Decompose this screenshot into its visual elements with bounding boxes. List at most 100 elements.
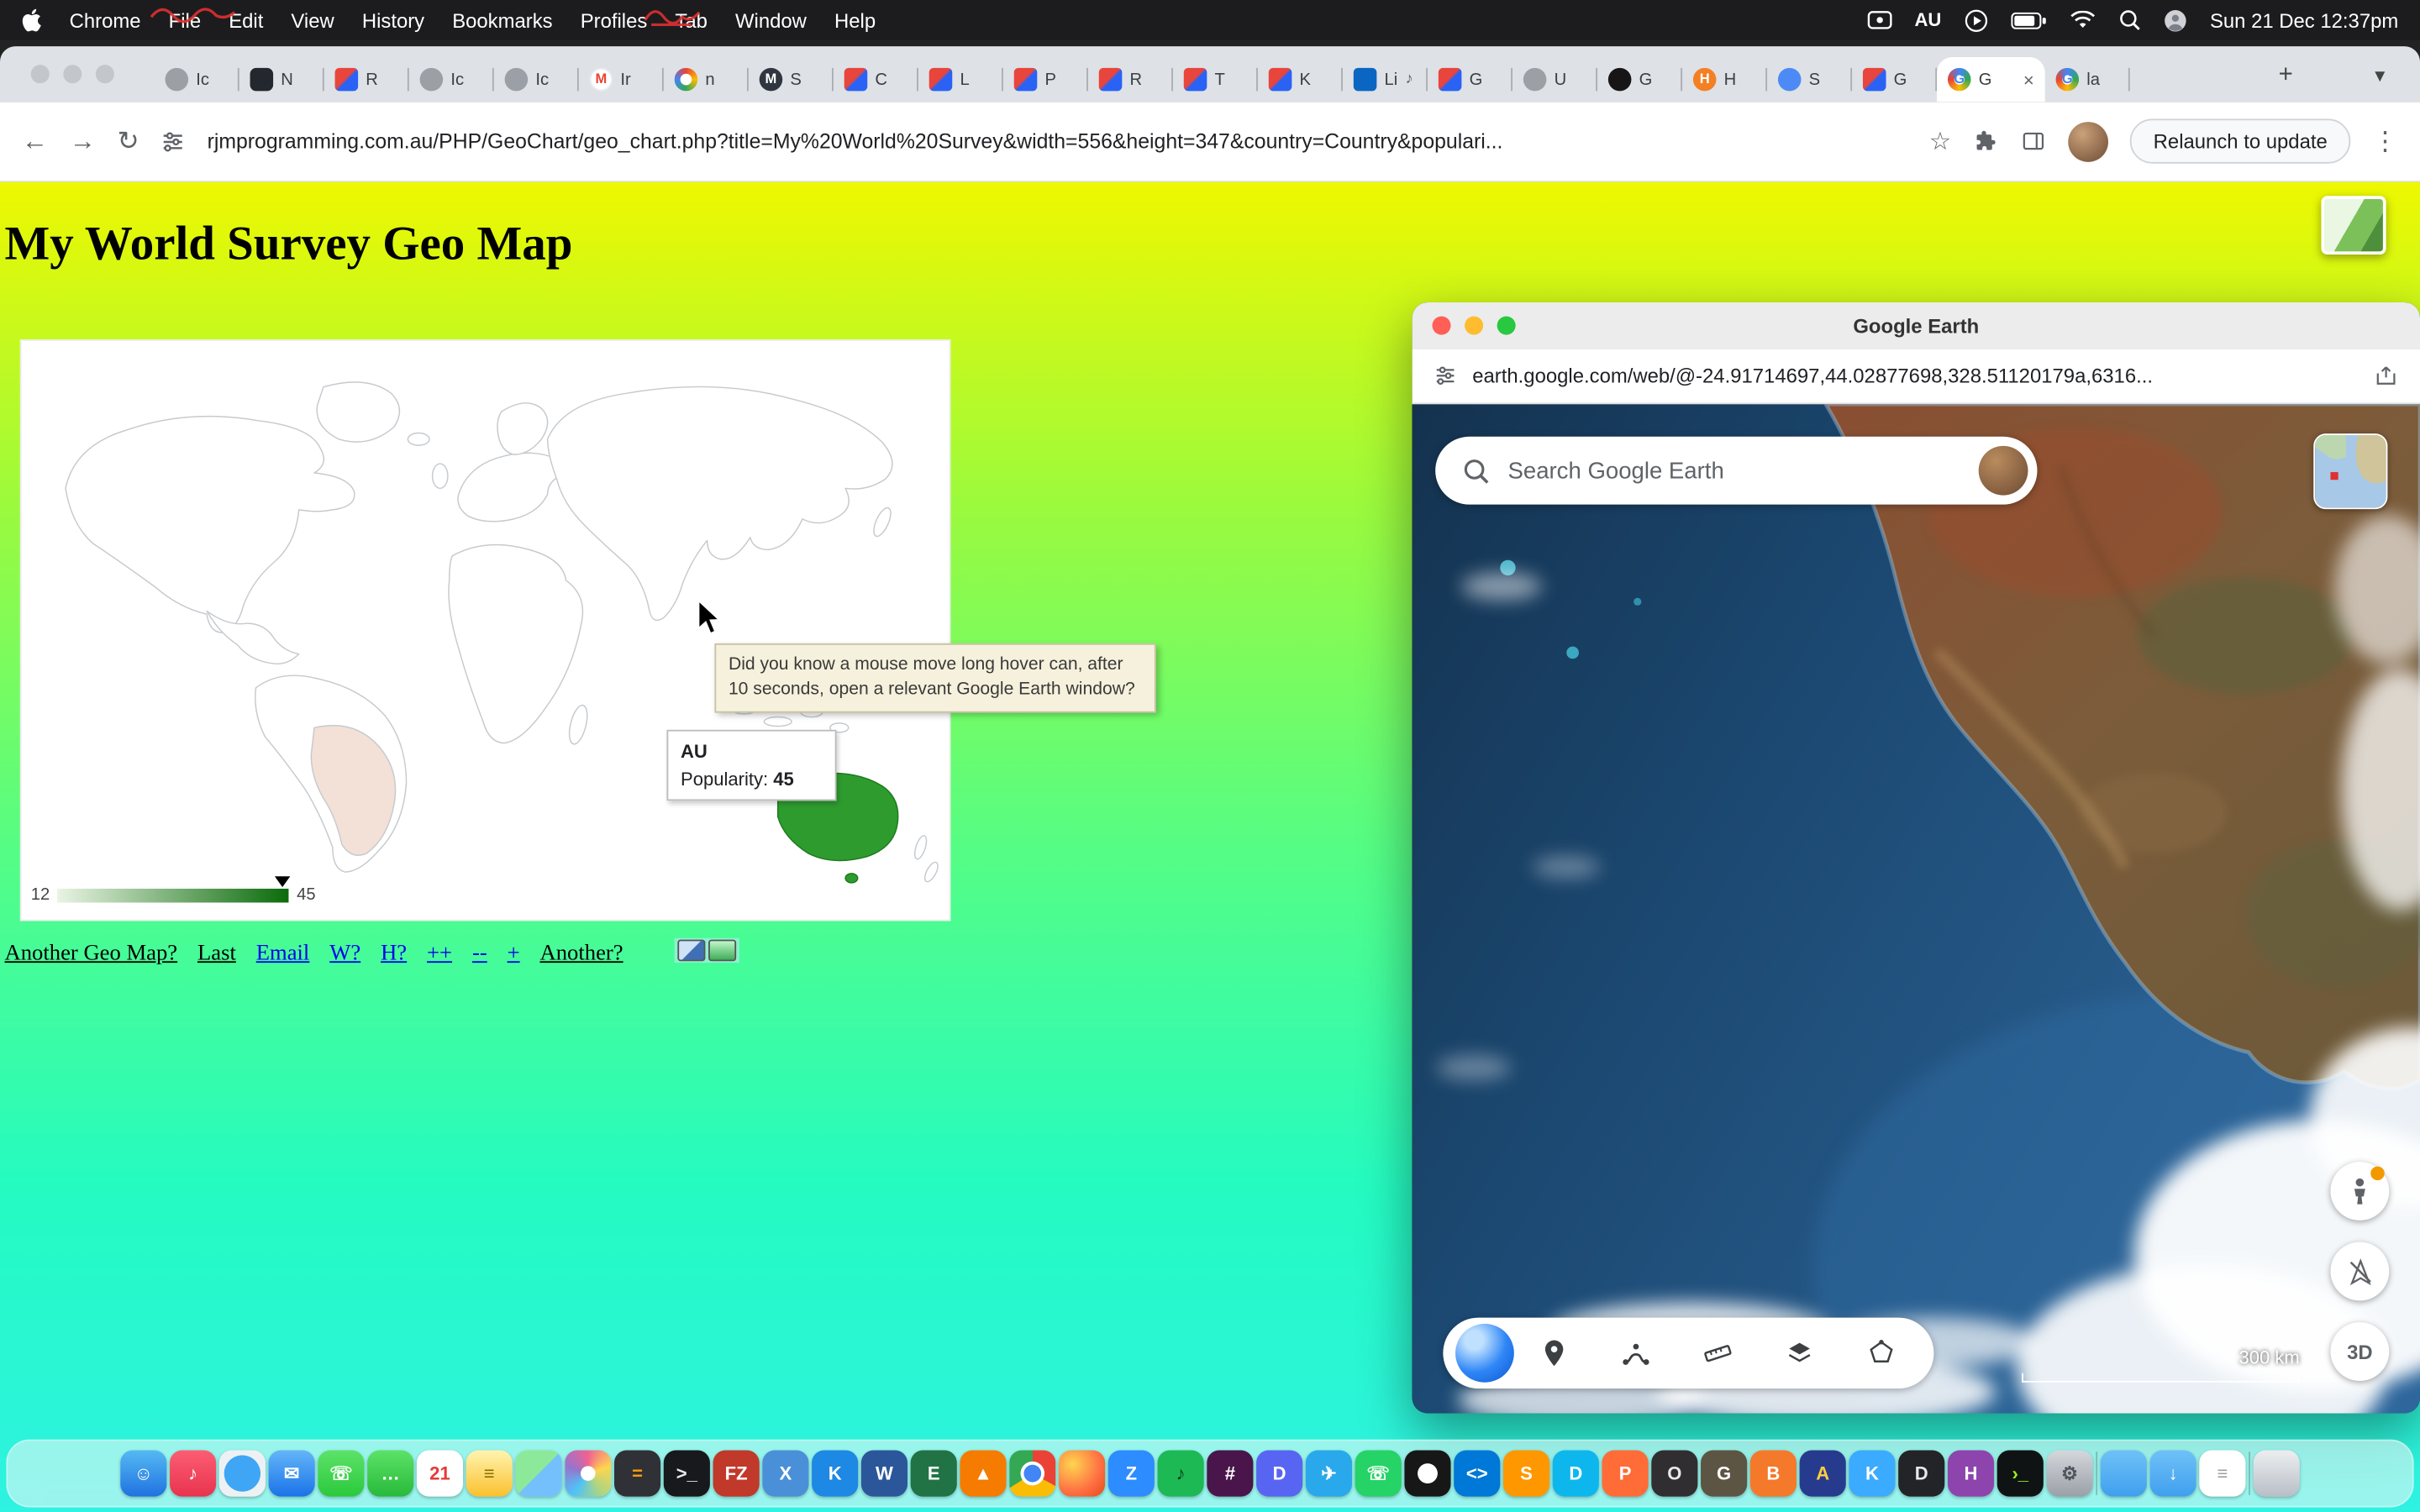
page-link[interactable]: H?	[381, 941, 407, 967]
browser-tab[interactable]: G la ×	[2045, 57, 2130, 102]
dock-app[interactable]: ≡	[2199, 1451, 2245, 1497]
page-link[interactable]: --	[472, 941, 487, 967]
spotlight-search-icon[interactable]	[2119, 9, 2141, 31]
earth-titlebar[interactable]: Google Earth	[1413, 302, 2420, 349]
zoom-button[interactable]	[96, 65, 114, 83]
menu-item[interactable]: History	[362, 8, 424, 32]
dock-app[interactable]: D	[1553, 1451, 1599, 1497]
dock-app[interactable]: K	[812, 1451, 858, 1497]
dock-app[interactable]: G	[1701, 1451, 1747, 1497]
dock-app[interactable]: A	[1800, 1451, 1846, 1497]
page-link[interactable]: W?	[329, 941, 360, 967]
earth-map[interactable]: Search Google Earth	[1413, 404, 2420, 1413]
browser-tab[interactable]: N ×	[239, 57, 324, 102]
pegman-button[interactable]	[2330, 1162, 2389, 1221]
dock-app[interactable]: ♪	[1158, 1451, 1204, 1497]
dock-app[interactable]: D	[1256, 1451, 1302, 1497]
dock-app[interactable]: Z	[1108, 1451, 1155, 1497]
bookmark-star-icon[interactable]: ☆	[1929, 126, 1951, 157]
menu-item[interactable]: File	[169, 8, 201, 32]
dock-app[interactable]: <>	[1454, 1451, 1500, 1497]
dock-app[interactable]: FZ	[713, 1451, 760, 1497]
browser-tab[interactable]: G ×	[1597, 57, 1682, 102]
link-trailing-icons[interactable]	[675, 938, 739, 963]
browser-tab[interactable]: M Ir ×	[579, 57, 664, 102]
browser-tab[interactable]: U ×	[1512, 57, 1597, 102]
browser-tab[interactable]: K ×	[1258, 57, 1343, 102]
browser-tab[interactable]: R ×	[324, 57, 409, 102]
window-controls[interactable]	[31, 65, 114, 83]
menu-item[interactable]: Bookmarks	[452, 8, 552, 32]
browser-tab[interactable]: M S ×	[749, 57, 834, 102]
dock-app[interactable]	[219, 1451, 266, 1497]
dock-app[interactable]: 21	[417, 1451, 463, 1497]
share-icon[interactable]	[2374, 364, 2398, 388]
dock-app[interactable]: ☺	[120, 1451, 166, 1497]
dock-app[interactable]: W	[861, 1451, 908, 1497]
world-map[interactable]	[22, 341, 950, 920]
dock-app[interactable]: …	[367, 1451, 413, 1497]
browser-tab[interactable]: S ×	[1767, 57, 1852, 102]
menu-item[interactable]: Help	[834, 8, 876, 32]
dock-app[interactable]: =	[614, 1451, 660, 1497]
3d-toggle-button[interactable]: 3D	[2330, 1322, 2389, 1381]
menu-item[interactable]: Tab	[675, 8, 708, 32]
menu-item[interactable]: View	[291, 8, 334, 32]
site-settings-icon[interactable]	[1434, 364, 1457, 387]
forward-button[interactable]: →	[70, 126, 96, 157]
earth-globe-button[interactable]	[1455, 1324, 1514, 1383]
browser-tab[interactable]: n ×	[664, 57, 749, 102]
menu-item[interactable]: Window	[735, 8, 807, 32]
page-link[interactable]: Another Geo Map?	[5, 941, 178, 967]
browser-tab[interactable]: Ic ×	[409, 57, 494, 102]
layers-button[interactable]	[1759, 1337, 1840, 1368]
back-button[interactable]: ←	[22, 126, 48, 157]
dock-app[interactable]: ☏	[318, 1451, 364, 1497]
browser-tab[interactable]: T ×	[1173, 57, 1258, 102]
menu-item[interactable]: Profiles	[581, 8, 648, 32]
menu-item[interactable]: Edit	[229, 8, 263, 32]
browser-tab[interactable]: C ×	[834, 57, 918, 102]
browser-tab[interactable]: H H ×	[1682, 57, 1767, 102]
reload-button[interactable]: ↻	[118, 126, 139, 157]
dock-app[interactable]	[2096, 1452, 2097, 1494]
battery-icon[interactable]	[2011, 12, 2046, 29]
dock-app[interactable]	[1009, 1451, 1055, 1497]
minimize-button[interactable]	[63, 65, 82, 83]
browser-tab[interactable]: Ic ×	[494, 57, 579, 102]
dock-app[interactable]: >_	[664, 1451, 710, 1497]
page-link[interactable]: Last	[197, 941, 236, 967]
tab-search-button[interactable]: ▾	[2361, 57, 2398, 94]
account-avatar[interactable]	[1979, 446, 2028, 496]
dock-app[interactable]: E	[911, 1451, 957, 1497]
extensions-icon[interactable]	[1973, 128, 1999, 154]
dock-app[interactable]: P	[1602, 1451, 1649, 1497]
browser-tab[interactable]: Ic ×	[155, 57, 239, 102]
user-switcher-icon[interactable]	[2164, 8, 2187, 32]
browser-tab[interactable]: G ×	[1428, 57, 1512, 102]
dock-app[interactable]: D	[1898, 1451, 1944, 1497]
browser-tab[interactable]: R ×	[1088, 57, 1173, 102]
dock-app[interactable]	[1404, 1451, 1450, 1497]
measure-ruler-button[interactable]	[1677, 1337, 1759, 1368]
dock-app[interactable]	[515, 1451, 561, 1497]
polygon-tool-button[interactable]	[1840, 1337, 1922, 1368]
dock-app[interactable]: ⚙	[2047, 1451, 2093, 1497]
apple-logo-icon[interactable]	[22, 8, 42, 32]
tab-close-icon[interactable]: ×	[2023, 69, 2034, 91]
dock-app[interactable]: ☏	[1355, 1451, 1402, 1497]
menubar-clock[interactable]: Sun 21 Dec 12:37pm	[2210, 8, 2398, 32]
dock-app[interactable]	[2254, 1451, 2300, 1497]
close-button[interactable]	[31, 65, 50, 83]
earth-address-bar[interactable]: earth.google.com/web/@-24.91714697,44.02…	[1472, 364, 2358, 387]
dock-app[interactable]: S	[1503, 1451, 1549, 1497]
side-panel-icon[interactable]	[2021, 128, 2047, 154]
new-tab-button[interactable]: +	[2267, 57, 2304, 94]
dock-app[interactable]: ↓	[2150, 1451, 2196, 1497]
page-link[interactable]: +	[508, 941, 520, 967]
dock-app[interactable]: ›_	[1997, 1451, 2044, 1497]
dock-app[interactable]: ≡	[466, 1451, 513, 1497]
dock-app[interactable]: ▲	[960, 1451, 1006, 1497]
page-link[interactable]: Email	[256, 941, 310, 967]
browser-tab[interactable]: L ×	[918, 57, 1003, 102]
